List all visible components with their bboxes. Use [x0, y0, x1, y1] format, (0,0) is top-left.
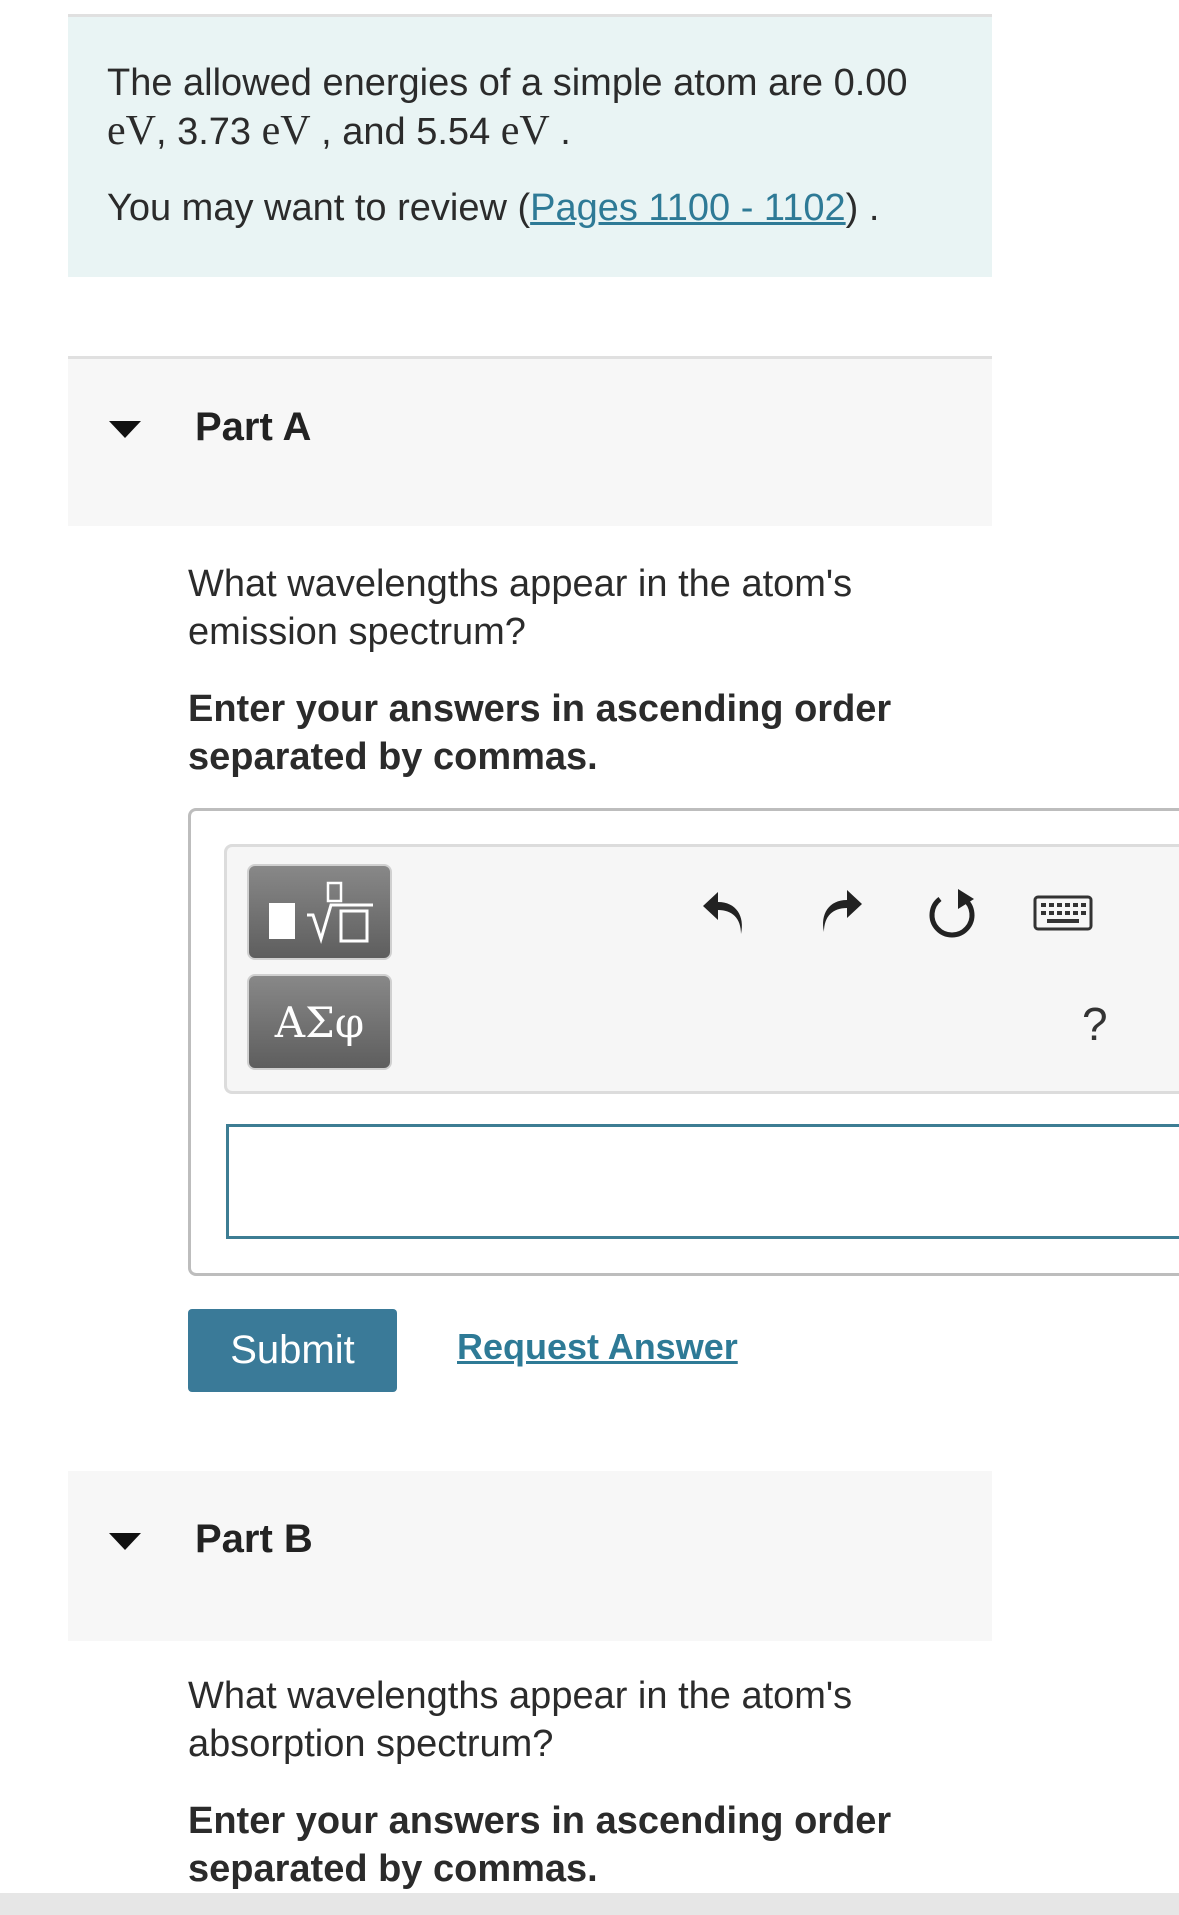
caret-down-icon[interactable]: [109, 421, 141, 438]
reset-button[interactable]: [922, 885, 982, 945]
math-toolbar: ΑΣφ ?: [224, 844, 1179, 1094]
answer-box: ΑΣφ ?: [188, 808, 1179, 1276]
part-a-instruction: Enter your answers in ascending order se…: [188, 688, 892, 778]
problem-intro: The allowed energies of a simple atom ar…: [68, 14, 992, 277]
greek-label: ΑΣφ: [274, 997, 365, 1047]
part-b-instruction: Enter your answers in ascending order se…: [188, 1800, 892, 1890]
help-button[interactable]: ?: [1082, 997, 1108, 1051]
request-answer-link[interactable]: Request Answer: [457, 1326, 738, 1368]
review-pages-link[interactable]: Pages 1100 - 1102: [530, 187, 846, 229]
redo-icon: [823, 890, 862, 932]
keyboard-button[interactable]: [1032, 891, 1094, 935]
unit-ev-3: eV: [500, 108, 550, 154]
intro-text-1: The allowed energies of a simple atom ar…: [107, 62, 908, 104]
unit-ev-1: eV: [107, 108, 156, 154]
problem-statement: The allowed energies of a simple atom ar…: [107, 59, 967, 156]
keyboard-icon: [1033, 895, 1093, 931]
review-prefix: You may want to review (: [107, 187, 531, 229]
review-line: You may want to review (Pages 1100 - 110…: [107, 187, 879, 230]
part-a-question: What wavelengths appear in the atom's em…: [188, 563, 853, 653]
reset-icon: [929, 889, 975, 938]
part-b-title: Part B: [195, 1517, 313, 1561]
part-a-header[interactable]: Part A: [68, 356, 992, 526]
part-b-header[interactable]: Part B: [68, 1471, 992, 1641]
templates-icon: [261, 875, 379, 950]
part-a-title: Part A: [195, 405, 312, 449]
intro-text-3: , and 5.54: [310, 111, 491, 153]
caret-down-icon[interactable]: [109, 1533, 141, 1550]
redo-button[interactable]: [812, 885, 868, 941]
review-suffix: ) .: [845, 187, 880, 229]
undo-button[interactable]: [697, 887, 753, 943]
greek-symbols-button[interactable]: ΑΣφ: [247, 974, 392, 1070]
intro-text-2: , 3.73: [155, 111, 252, 153]
submit-button[interactable]: Submit: [188, 1309, 397, 1392]
part-b-question: What wavelengths appear in the atom's ab…: [188, 1675, 853, 1765]
intro-text-4: .: [549, 111, 571, 153]
templates-button[interactable]: [247, 864, 392, 960]
undo-icon: [703, 892, 742, 934]
answer-input[interactable]: [226, 1124, 1179, 1239]
unit-ev-2: eV: [261, 108, 311, 154]
bottom-bar: [0, 1893, 1179, 1915]
